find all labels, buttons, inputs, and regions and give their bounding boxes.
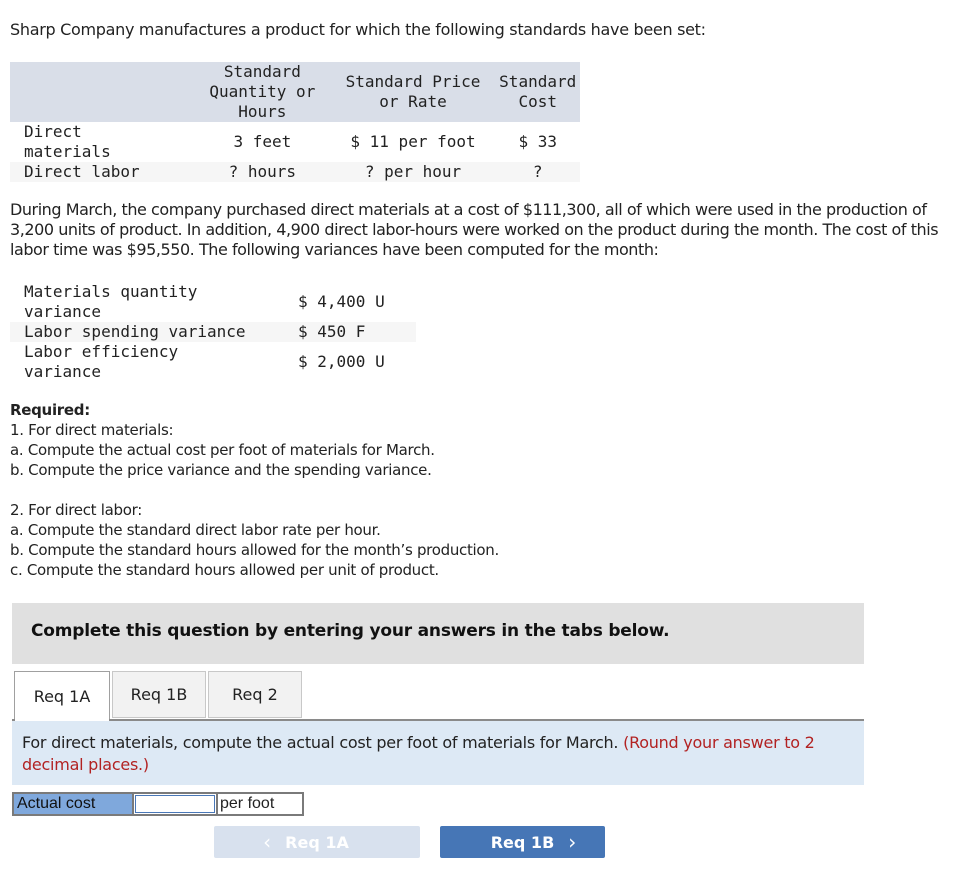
cell-quantity: 3 feet	[233, 132, 292, 151]
header-line: Standard	[499, 72, 577, 91]
required-item: 1. For direct materials:	[10, 421, 174, 439]
header-line: Hours	[238, 102, 287, 121]
variance-label-line: variance	[24, 362, 102, 381]
header-line: Standard Price	[345, 72, 481, 91]
chevron-right-icon: ›	[568, 830, 577, 854]
instructions-banner: Complete this question by entering your …	[12, 603, 864, 664]
actual-cost-input[interactable]	[135, 795, 215, 813]
variance-label: Labor spending variance	[10, 322, 286, 342]
next-req-label: Req 1B	[490, 832, 555, 852]
cell-cost: $ 33	[518, 132, 557, 151]
cell-cost: ?	[495, 162, 580, 182]
chevron-left-icon: ‹	[263, 830, 272, 854]
table-row-direct-materials: Direct materials 3 feet $ 11 per foot $ …	[10, 122, 580, 162]
required-item: a. Compute the standard direct labor rat…	[10, 521, 381, 539]
variance-label: Labor efficiency variance	[10, 342, 286, 382]
tab-req-1b[interactable]: Req 1B	[112, 671, 206, 718]
header-standard-cost: Standard Cost	[495, 62, 580, 122]
required-section: Required: 1. For direct materials: a. Co…	[10, 400, 499, 580]
banner-text: Complete this question by entering your …	[31, 621, 670, 641]
answer-row-actual-cost: Actual cost per foot	[12, 792, 304, 816]
required-item: 2. For direct labor:	[10, 501, 142, 519]
standards-header-row: Standard Quantity or Hours Standard Pric…	[10, 62, 580, 122]
tab-req-2[interactable]: Req 2	[208, 671, 302, 718]
variance-label-line: Labor efficiency	[24, 342, 179, 361]
row-label: Direct materials	[10, 122, 194, 162]
header-line: Cost	[518, 92, 557, 111]
variance-label-line: Materials quantity	[24, 282, 198, 301]
variance-row: Labor spending variance $ 450 F	[10, 322, 416, 342]
variance-label-line: variance	[24, 302, 102, 321]
header-line: Standard	[223, 62, 301, 81]
variance-label: Materials quantity variance	[10, 282, 286, 322]
required-item: b. Compute the price variance and the sp…	[10, 461, 432, 479]
cell-quantity: ? hours	[194, 162, 331, 182]
required-item: c. Compute the standard hours allowed pe…	[10, 561, 439, 579]
row-label-line: Direct	[24, 122, 82, 141]
tab-req-1a[interactable]: Req 1A	[14, 671, 110, 721]
row-label-line: materials	[24, 142, 111, 161]
variance-row: Labor efficiency variance $ 2,000 U	[10, 342, 416, 382]
answer-unit: per foot	[216, 794, 302, 814]
required-heading: Required:	[10, 401, 90, 419]
standards-table: Standard Quantity or Hours Standard Pric…	[10, 62, 580, 182]
header-line: Quantity or	[209, 82, 316, 101]
cell-price: ? per hour	[330, 162, 496, 182]
prev-req-label: Req 1A	[285, 832, 349, 852]
header-standard-quantity: Standard Quantity or Hours	[194, 62, 331, 122]
variance-value: $ 4,400 U	[298, 292, 385, 311]
header-standard-price: Standard Price or Rate	[330, 62, 496, 122]
problem-intro: Sharp Company manufactures a product for…	[10, 20, 706, 39]
cell-price: $ 11 per foot	[350, 132, 476, 151]
required-item: b. Compute the standard hours allowed fo…	[10, 541, 499, 559]
row-label: Direct labor	[10, 162, 195, 182]
header-line: or Rate	[379, 92, 447, 111]
next-req-button[interactable]: ‹ Req 1B ›	[440, 826, 605, 858]
required-item: a. Compute the actual cost per foot of m…	[10, 441, 435, 459]
table-row-direct-labor: Direct labor ? hours ? per hour ?	[10, 162, 580, 182]
req-tabs: Req 1A Req 1B Req 2	[14, 671, 304, 721]
header-blank	[10, 62, 195, 122]
problem-paragraph: During March, the company purchased dire…	[10, 200, 939, 259]
variance-row: Materials quantity variance $ 4,400 U	[10, 282, 416, 322]
instruction-text: For direct materials, compute the actual…	[22, 733, 619, 752]
prev-req-button[interactable]: ‹ Req 1A ›	[214, 826, 420, 858]
variance-value: $ 450 F	[286, 322, 416, 342]
question-instruction: For direct materials, compute the actual…	[12, 721, 864, 785]
variances-table: Materials quantity variance $ 4,400 U La…	[10, 282, 416, 382]
variance-value: $ 2,000 U	[298, 352, 385, 371]
instruction-paragraph: For direct materials, compute the actual…	[22, 732, 852, 776]
answer-label: Actual cost	[14, 794, 134, 814]
